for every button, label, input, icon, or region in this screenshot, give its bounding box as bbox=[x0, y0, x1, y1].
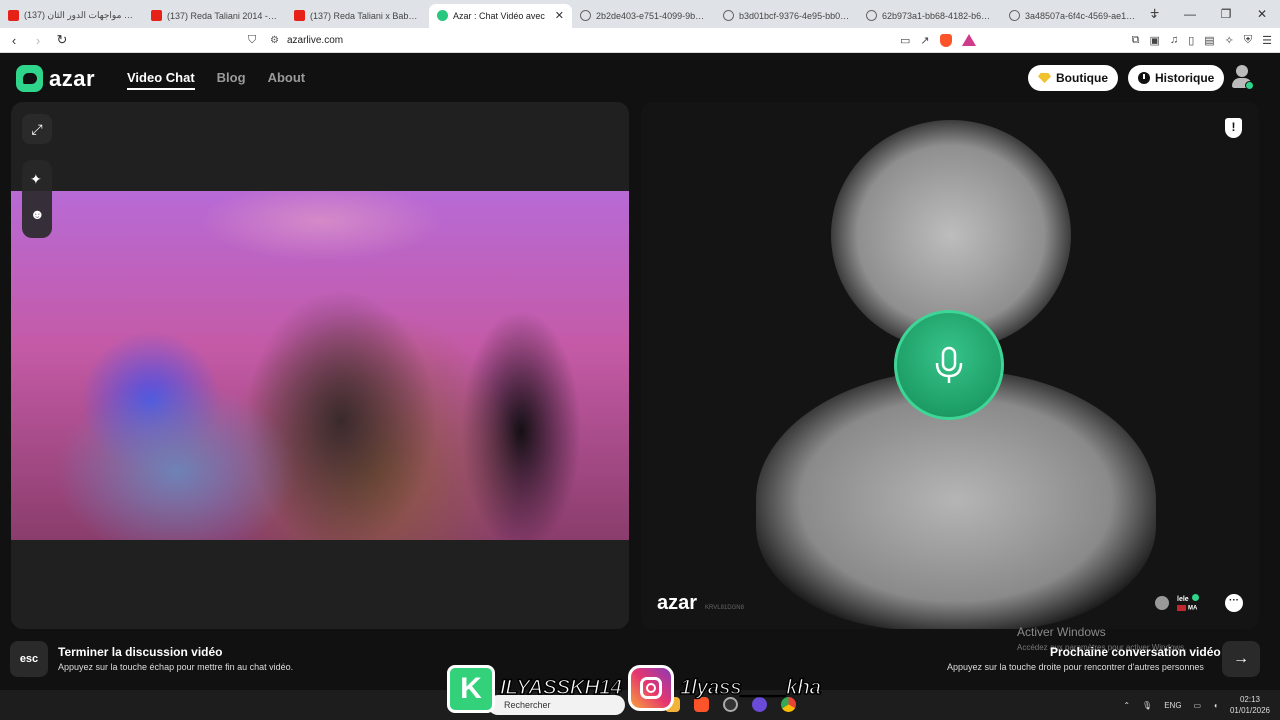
extensions-icon[interactable]: ⧉ bbox=[1132, 34, 1140, 47]
browser-tab-active[interactable]: Azar : Chat Vidéo avec ✕ bbox=[429, 3, 572, 28]
close-tab-icon[interactable]: ✕ bbox=[555, 9, 564, 22]
end-chat-title: Terminer la discussion vidéo bbox=[58, 645, 223, 659]
peer-info[interactable]: lele MA bbox=[1155, 594, 1199, 612]
boutique-button[interactable]: Boutique bbox=[1028, 65, 1118, 91]
report-shield-icon[interactable]: ! bbox=[1225, 118, 1242, 138]
brave-rewards-icon[interactable] bbox=[961, 33, 976, 46]
end-chat-hint: Appuyez sur la touche échap pour mettre … bbox=[58, 662, 294, 672]
next-chat-title: Prochaine conversation vidéo bbox=[1050, 645, 1221, 659]
music-icon[interactable]: ♫ bbox=[1170, 34, 1178, 47]
next-chat-button[interactable]: → bbox=[1222, 641, 1260, 677]
youtube-icon bbox=[8, 10, 19, 21]
main-nav: Video Chat Blog About bbox=[127, 70, 305, 90]
forward-button[interactable]: › bbox=[28, 33, 48, 48]
user-avatar[interactable] bbox=[1231, 65, 1254, 90]
address-bar: ‹ › ↻ ⛉ ⚙ azarlive.com ▭ ↗ ⧉ ▣ ♫ ▯ ▤ ✧ ⛨ … bbox=[0, 28, 1280, 53]
system-tray: ⌃ 🎙 ENG ▭ ◖ 02:13 01/01/2026 bbox=[1123, 694, 1270, 716]
remote-video-panel: ! azar KRVL81DGN8 lele MA ··· bbox=[641, 102, 1259, 629]
microphone-icon bbox=[935, 346, 963, 383]
history-icon bbox=[1138, 72, 1150, 84]
brave-shield-icon[interactable] bbox=[939, 33, 952, 47]
historique-button[interactable]: Historique bbox=[1128, 65, 1225, 91]
sparkle-effects-icon[interactable]: ✦ bbox=[30, 171, 42, 188]
taskbar-clock[interactable]: 02:13 01/01/2026 bbox=[1230, 694, 1270, 716]
esc-key-button[interactable]: esc bbox=[10, 641, 48, 677]
browser-tab[interactable]: (137) Reda Taliani 2014 - Safin bbox=[143, 4, 286, 28]
instagram-handle: 1lyass____kha bbox=[679, 675, 822, 700]
azar-icon bbox=[437, 10, 448, 21]
maximize-button[interactable]: ❐ bbox=[1208, 7, 1244, 21]
chevron-down-icon[interactable]: ⌄ bbox=[1136, 7, 1172, 21]
url-field[interactable]: ⚙ azarlive.com bbox=[270, 35, 343, 46]
sidebar-icon[interactable]: ▯ bbox=[1188, 34, 1194, 47]
back-button[interactable]: ‹ bbox=[4, 33, 24, 48]
self-video-panel: ⤢ ✦ ☻ bbox=[11, 102, 629, 629]
expand-button[interactable]: ⤢ bbox=[22, 114, 52, 144]
kick-handle: ILYASSKH14 bbox=[499, 675, 622, 700]
globe-icon bbox=[1009, 10, 1020, 21]
azar-logo[interactable]: azar bbox=[16, 65, 95, 92]
arrow-right-icon: → bbox=[1233, 650, 1249, 667]
verified-icon bbox=[1191, 594, 1199, 601]
bookmark-icon[interactable]: ⛉ bbox=[248, 34, 256, 47]
microphone-button[interactable] bbox=[894, 310, 1004, 420]
globe-icon bbox=[866, 10, 877, 21]
browser-tab[interactable]: b3d01bcf-9376-4e95-bb09-9 bbox=[715, 4, 858, 28]
effects-toolbar: ✦ ☻ bbox=[22, 160, 52, 238]
peer-avatar-icon bbox=[1155, 595, 1169, 610]
face-filter-icon[interactable]: ☻ bbox=[30, 206, 45, 222]
globe-icon bbox=[723, 10, 734, 21]
leo-icon[interactable]: ✧ bbox=[1225, 34, 1234, 47]
azar-app: azar Video Chat Blog About Boutique Hist… bbox=[0, 53, 1280, 690]
chevron-up-icon[interactable]: ⌃ bbox=[1123, 701, 1130, 710]
language-indicator[interactable]: ENG bbox=[1164, 701, 1181, 710]
close-window-button[interactable]: ✕ bbox=[1244, 7, 1280, 21]
menu-icon[interactable]: ☰ bbox=[1262, 34, 1272, 47]
wallet-icon[interactable]: ▤ bbox=[1204, 34, 1214, 47]
activate-windows-title: Activer Windows bbox=[1017, 625, 1106, 639]
browser-tab[interactable]: 62b973a1-bb68-4182-b6d7-0 bbox=[858, 4, 1001, 28]
gem-icon bbox=[1038, 73, 1051, 83]
reload-button[interactable]: ↻ bbox=[52, 32, 72, 48]
screenshot-icon[interactable]: ▣ bbox=[1150, 34, 1160, 47]
app-header: azar Video Chat Blog About Boutique Hist… bbox=[0, 53, 1280, 103]
expand-icon: ⤢ bbox=[31, 120, 43, 137]
cast-icon[interactable]: ▭ bbox=[900, 34, 910, 47]
azar-logo-icon bbox=[16, 65, 43, 92]
nav-blog[interactable]: Blog bbox=[217, 70, 246, 90]
browser-tab-bar: (137) رسميا مواجهات الدور الثان (137) Re… bbox=[0, 0, 1280, 28]
browser-tab[interactable]: (137) رسميا مواجهات الدور الثان bbox=[0, 4, 143, 28]
globe-icon bbox=[580, 10, 591, 21]
nav-about[interactable]: About bbox=[268, 70, 306, 90]
kick-logo-icon: K bbox=[447, 665, 495, 713]
youtube-icon bbox=[151, 10, 162, 21]
nav-video-chat[interactable]: Video Chat bbox=[127, 70, 195, 90]
vpn-icon[interactable]: ⛨ bbox=[1244, 34, 1252, 47]
morocco-flag-icon bbox=[1177, 605, 1186, 611]
network-icon[interactable]: ▭ bbox=[1194, 701, 1202, 710]
share-icon[interactable]: ↗ bbox=[920, 34, 929, 47]
self-camera-feed bbox=[11, 191, 629, 540]
mic-tray-icon[interactable]: 🎙 bbox=[1142, 701, 1152, 710]
youtube-icon bbox=[294, 10, 305, 21]
browser-tab[interactable]: 2b2de403-e751-4099-9b9b-2 bbox=[572, 4, 715, 28]
volume-icon[interactable]: ◖ bbox=[1213, 701, 1218, 710]
site-settings-icon[interactable]: ⚙ bbox=[270, 35, 279, 46]
browser-tab[interactable]: (137) Reda Taliani x Baby gang bbox=[286, 4, 429, 28]
instagram-logo-icon bbox=[628, 665, 674, 711]
next-chat-hint: Appuyez sur la touche droite pour rencon… bbox=[947, 662, 1204, 672]
browser-tab[interactable]: 3a48507a-6f4c-4569-ae1f-bf bbox=[1001, 4, 1144, 28]
chat-bubble-button[interactable]: ··· bbox=[1225, 594, 1243, 612]
azar-watermark: azar KRVL81DGN8 bbox=[657, 592, 744, 614]
online-status-icon bbox=[1245, 81, 1254, 90]
minimize-button[interactable]: — bbox=[1172, 7, 1208, 21]
